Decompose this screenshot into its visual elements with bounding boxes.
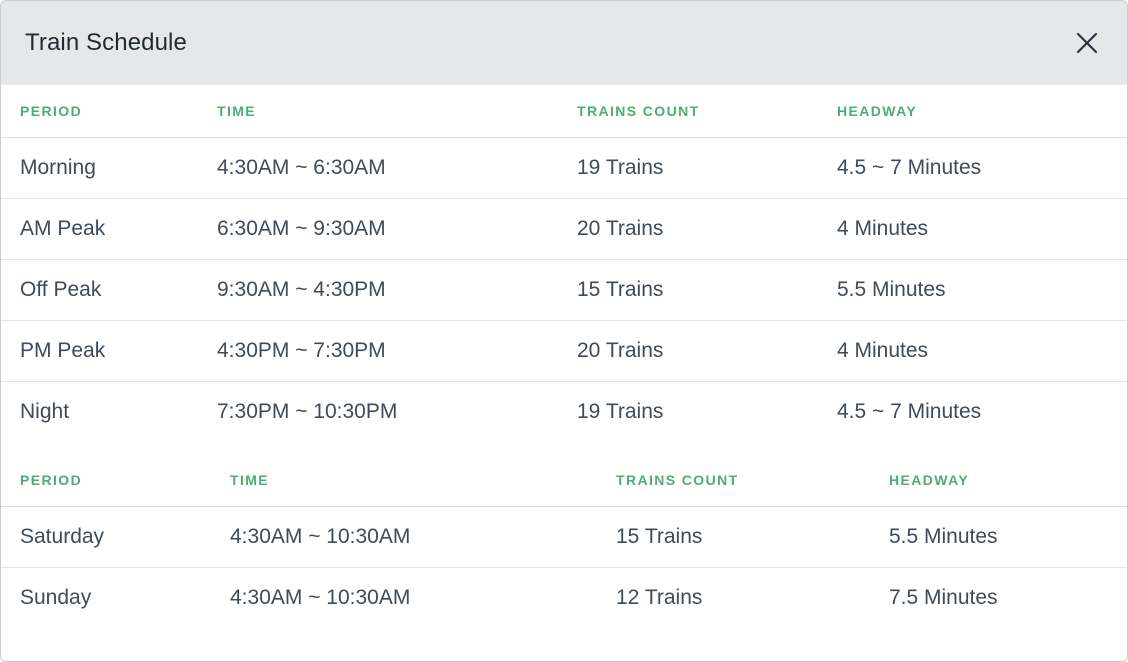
cell-trains-count: 12 Trains <box>616 585 703 609</box>
cell-period: Night <box>20 399 70 423</box>
cell-trains-count: 19 Trains <box>577 399 664 423</box>
cell-time: 7:30PM ~ 10:30PM <box>217 399 398 423</box>
weekend-schedule-table: PERIOD TIME TRAINS COUNT HEADWAY Saturda… <box>1 454 1127 628</box>
cell-period: Saturday <box>1 506 210 568</box>
column-header-period: PERIOD <box>1 85 199 138</box>
cell-period: Morning <box>1 137 199 199</box>
table-row: PM Peak 4:30PM ~ 7:30PM 20 Trains 4 Minu… <box>1 320 1127 382</box>
cell-headway: 5.5 Minutes <box>869 506 1127 568</box>
dialog-header: Train Schedule <box>1 1 1127 85</box>
cell-period: Sunday <box>20 585 92 609</box>
column-header-headway: HEADWAY <box>819 85 1127 138</box>
table-row: Saturday 4:30AM ~ 10:30AM 15 Trains 5.5 … <box>1 506 1127 568</box>
cell-period: Off Peak <box>1 259 199 321</box>
cell-headway: 7.5 Minutes <box>889 585 998 609</box>
cell-headway: 4.5 ~ 7 Minutes <box>837 399 982 423</box>
cell-trains-count: 20 Trains <box>559 320 819 382</box>
cell-time: 6:30AM ~ 9:30AM <box>199 198 559 260</box>
cell-time: 4:30AM ~ 6:30AM <box>199 137 559 199</box>
table-row: Morning 4:30AM ~ 6:30AM 19 Trains 4.5 ~ … <box>1 137 1127 199</box>
column-header-time: TIME <box>210 454 596 507</box>
table-row: Night 7:30PM ~ 10:30PM 19 Trains 4.5 ~ 7… <box>1 381 1127 442</box>
cell-trains-count: 20 Trains <box>559 198 819 260</box>
cell-time: 4:30AM ~ 10:30AM <box>230 585 411 609</box>
column-header-time: TIME <box>199 85 559 138</box>
cell-period: PM Peak <box>1 320 199 382</box>
dialog-title: Train Schedule <box>25 29 187 56</box>
cell-headway: 4 Minutes <box>819 320 1127 382</box>
cell-headway: 4 Minutes <box>819 198 1127 260</box>
table-row: AM Peak 6:30AM ~ 9:30AM 20 Trains 4 Minu… <box>1 198 1127 260</box>
table-header-row: PERIOD TIME TRAINS COUNT HEADWAY <box>1 454 1127 507</box>
cell-trains-count: 19 Trains <box>559 137 819 199</box>
weekday-schedule-table: PERIOD TIME TRAINS COUNT HEADWAY Morning… <box>1 85 1127 442</box>
column-header-period: PERIOD <box>1 454 210 507</box>
close-icon <box>1076 32 1098 54</box>
cell-period: AM Peak <box>1 198 199 260</box>
table-header-row: PERIOD TIME TRAINS COUNT HEADWAY <box>1 85 1127 138</box>
table-row: Off Peak 9:30AM ~ 4:30PM 15 Trains 5.5 M… <box>1 259 1127 321</box>
close-button[interactable] <box>1071 27 1103 59</box>
cell-time: 4:30AM ~ 10:30AM <box>210 506 596 568</box>
cell-trains-count: 15 Trains <box>559 259 819 321</box>
cell-trains-count: 15 Trains <box>596 506 869 568</box>
cell-headway: 4.5 ~ 7 Minutes <box>819 137 1127 199</box>
column-header-trains-count: TRAINS COUNT <box>559 85 819 138</box>
column-header-headway: HEADWAY <box>869 454 1127 507</box>
train-schedule-dialog: Train Schedule PERIOD TIME TRAINS COUNT … <box>0 0 1128 662</box>
table-row: Sunday 4:30AM ~ 10:30AM 12 Trains 7.5 Mi… <box>1 567 1127 628</box>
cell-time: 9:30AM ~ 4:30PM <box>199 259 559 321</box>
cell-headway: 5.5 Minutes <box>819 259 1127 321</box>
cell-time: 4:30PM ~ 7:30PM <box>199 320 559 382</box>
column-header-trains-count: TRAINS COUNT <box>596 454 869 507</box>
